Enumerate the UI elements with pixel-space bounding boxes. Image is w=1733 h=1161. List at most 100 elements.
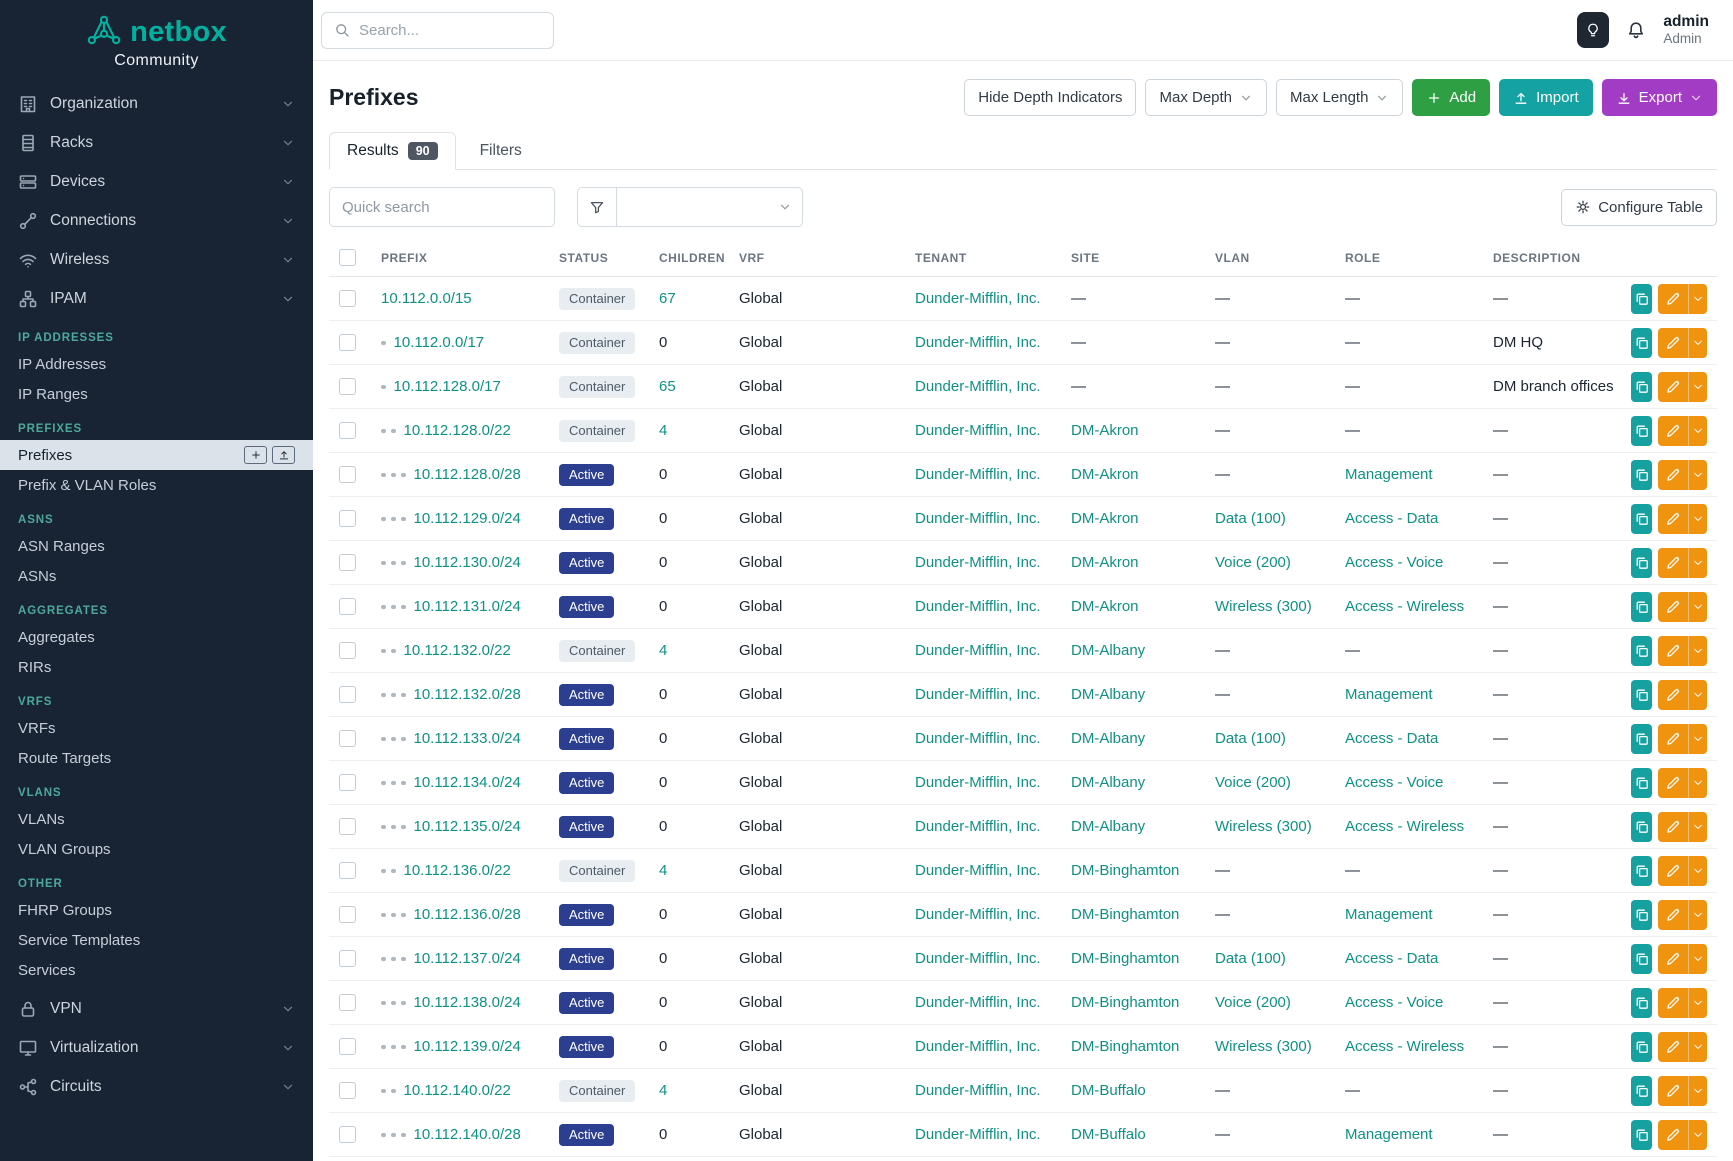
quick-search-input[interactable] [329, 187, 555, 227]
prefix-link[interactable]: 10.112.133.0/24 [414, 730, 521, 747]
prefix-link[interactable]: 10.112.136.0/22 [404, 862, 511, 879]
row-checkbox[interactable] [339, 774, 356, 791]
prefix-link[interactable]: 10.112.134.0/24 [414, 774, 521, 791]
edit-dropdown-button[interactable] [1688, 636, 1707, 666]
tab-results[interactable]: Results 90 [329, 132, 456, 170]
sidebar-item-fhrp-groups[interactable]: FHRP Groups [0, 895, 313, 925]
edit-button[interactable] [1658, 724, 1688, 754]
row-checkbox[interactable] [339, 1082, 356, 1099]
row-checkbox[interactable] [339, 950, 356, 967]
role-link[interactable]: Management [1345, 466, 1433, 483]
copy-button[interactable] [1631, 856, 1652, 886]
tenant-link[interactable]: Dunder-Mifflin, Inc. [915, 1038, 1041, 1055]
sidebar-item-asns[interactable]: ASNs [0, 561, 313, 591]
tenant-link[interactable]: Dunder-Mifflin, Inc. [915, 862, 1041, 879]
global-search-input[interactable] [359, 22, 541, 39]
tenant-link[interactable]: Dunder-Mifflin, Inc. [915, 906, 1041, 923]
edit-dropdown-button[interactable] [1688, 284, 1707, 314]
sidebar-item-ip-ranges[interactable]: IP Ranges [0, 379, 313, 409]
children-count-link[interactable]: 4 [659, 1082, 667, 1099]
tenant-link[interactable]: Dunder-Mifflin, Inc. [915, 686, 1041, 703]
role-link[interactable]: Access - Wireless [1345, 818, 1464, 835]
prefix-link[interactable]: 10.112.0.0/15 [381, 290, 472, 307]
tab-filters[interactable]: Filters [462, 132, 540, 170]
row-checkbox[interactable] [339, 686, 356, 703]
copy-button[interactable] [1631, 592, 1652, 622]
site-link[interactable]: DM-Buffalo [1071, 1082, 1146, 1099]
sidebar-item-virtualization[interactable]: Virtualization [0, 1028, 313, 1067]
vlan-link[interactable]: Wireless (300) [1215, 818, 1312, 835]
copy-button[interactable] [1631, 416, 1652, 446]
edit-button[interactable] [1658, 768, 1688, 798]
tenant-link[interactable]: Dunder-Mifflin, Inc. [915, 334, 1041, 351]
copy-button[interactable] [1631, 284, 1652, 314]
row-checkbox[interactable] [339, 862, 356, 879]
vlan-link[interactable]: Data (100) [1215, 950, 1286, 967]
site-link[interactable]: DM-Akron [1071, 510, 1139, 527]
hide-depth-indicators-button[interactable]: Hide Depth Indicators [964, 79, 1136, 116]
edit-dropdown-button[interactable] [1688, 1120, 1707, 1150]
sidebar-item-connections[interactable]: Connections [0, 201, 313, 240]
edit-dropdown-button[interactable] [1688, 724, 1707, 754]
prefix-link[interactable]: 10.112.128.0/22 [404, 422, 511, 439]
tenant-link[interactable]: Dunder-Mifflin, Inc. [915, 642, 1041, 659]
vlan-link[interactable]: Voice (200) [1215, 554, 1291, 571]
role-link[interactable]: Access - Wireless [1345, 598, 1464, 615]
copy-button[interactable] [1631, 1076, 1652, 1106]
sidebar-item-circuits[interactable]: Circuits [0, 1067, 313, 1106]
theme-toggle-button[interactable] [1577, 12, 1609, 48]
sidebar-item-vlan-groups[interactable]: VLAN Groups [0, 834, 313, 864]
quick-import-button[interactable] [272, 446, 295, 464]
tenant-link[interactable]: Dunder-Mifflin, Inc. [915, 510, 1041, 527]
prefix-link[interactable]: 10.112.130.0/24 [414, 554, 521, 571]
vlan-link[interactable]: Wireless (300) [1215, 598, 1312, 615]
edit-dropdown-button[interactable] [1688, 460, 1707, 490]
vlan-link[interactable]: Data (100) [1215, 510, 1286, 527]
import-button[interactable]: Import [1499, 79, 1593, 116]
site-link[interactable]: DM-Binghamton [1071, 950, 1179, 967]
edit-button[interactable] [1658, 592, 1688, 622]
children-count-link[interactable]: 4 [659, 422, 667, 439]
copy-button[interactable] [1631, 680, 1652, 710]
edit-button[interactable] [1658, 372, 1688, 402]
vlan-link[interactable]: Voice (200) [1215, 774, 1291, 791]
copy-button[interactable] [1631, 988, 1652, 1018]
edit-dropdown-button[interactable] [1688, 504, 1707, 534]
row-checkbox[interactable] [339, 466, 356, 483]
edit-button[interactable] [1658, 636, 1688, 666]
edit-button[interactable] [1658, 548, 1688, 578]
sidebar-item-services[interactable]: Services [0, 955, 313, 985]
tenant-link[interactable]: Dunder-Mifflin, Inc. [915, 378, 1041, 395]
edit-dropdown-button[interactable] [1688, 592, 1707, 622]
site-link[interactable]: DM-Albany [1071, 642, 1145, 659]
sidebar-item-rirs[interactable]: RIRs [0, 652, 313, 682]
role-link[interactable]: Access - Wireless [1345, 1038, 1464, 1055]
edit-button[interactable] [1658, 460, 1688, 490]
edit-button[interactable] [1658, 856, 1688, 886]
notifications-button[interactable] [1626, 20, 1646, 40]
row-checkbox[interactable] [339, 378, 356, 395]
row-checkbox[interactable] [339, 906, 356, 923]
row-checkbox[interactable] [339, 290, 356, 307]
configure-table-button[interactable]: Configure Table [1561, 189, 1717, 226]
tenant-link[interactable]: Dunder-Mifflin, Inc. [915, 950, 1041, 967]
sidebar-item-service-templates[interactable]: Service Templates [0, 925, 313, 955]
prefix-link[interactable]: 10.112.132.0/22 [404, 642, 511, 659]
copy-button[interactable] [1631, 900, 1652, 930]
copy-button[interactable] [1631, 548, 1652, 578]
add-button[interactable]: Add [1412, 79, 1490, 116]
sidebar-item-organization[interactable]: Organization [0, 84, 313, 123]
edit-button[interactable] [1658, 900, 1688, 930]
sidebar-item-ipam[interactable]: IPAM [0, 279, 313, 318]
site-link[interactable]: DM-Binghamton [1071, 862, 1179, 879]
edit-button[interactable] [1658, 1120, 1688, 1150]
children-count-link[interactable]: 67 [659, 290, 676, 307]
role-link[interactable]: Management [1345, 1126, 1433, 1143]
export-button[interactable]: Export [1602, 79, 1717, 116]
role-link[interactable]: Management [1345, 906, 1433, 923]
row-checkbox[interactable] [339, 554, 356, 571]
tenant-link[interactable]: Dunder-Mifflin, Inc. [915, 818, 1041, 835]
row-checkbox[interactable] [339, 1038, 356, 1055]
tenant-link[interactable]: Dunder-Mifflin, Inc. [915, 598, 1041, 615]
vlan-link[interactable]: Voice (200) [1215, 994, 1291, 1011]
